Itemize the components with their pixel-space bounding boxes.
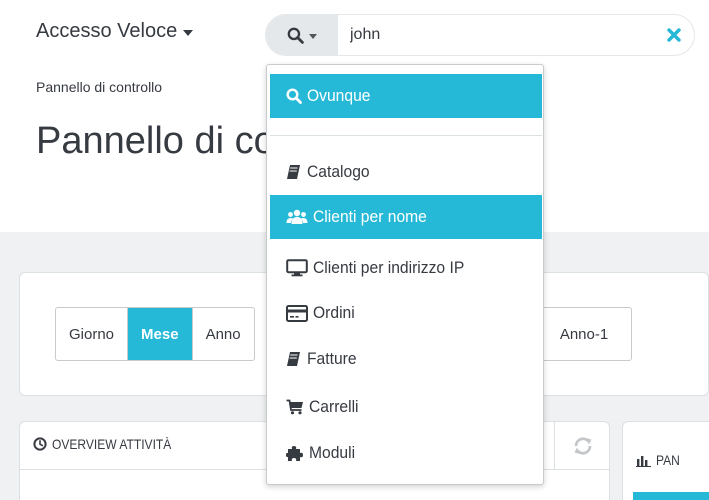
- book-icon: [286, 164, 302, 180]
- search-bar: [265, 14, 695, 56]
- overview-title-text: Overview attività: [52, 436, 172, 452]
- search-input[interactable]: [338, 15, 654, 55]
- dropdown-item-label: Moduli: [309, 443, 356, 462]
- search-scope-button[interactable]: [266, 15, 338, 55]
- caret-down-icon: [309, 33, 317, 39]
- side-panel-title-text: PAN: [656, 452, 680, 468]
- desktop-icon: [286, 259, 308, 277]
- dropdown-item-label: Ordini: [313, 303, 355, 322]
- period-button-month[interactable]: Mese: [128, 308, 193, 360]
- search-icon: [286, 88, 302, 104]
- credit-card-icon: [286, 304, 308, 322]
- dropdown-divider: [270, 135, 542, 136]
- dropdown-item-label: Catalogo: [307, 162, 370, 181]
- period-button-group: Giorno Mese Anno: [55, 307, 255, 361]
- period-button-previous-year[interactable]: Anno-1: [537, 307, 632, 361]
- dropdown-item-label: Carrelli: [309, 397, 359, 416]
- refresh-icon: [572, 435, 594, 457]
- side-panel-accent-bar: [633, 492, 709, 500]
- breadcrumb[interactable]: Pannello di controllo: [36, 79, 162, 95]
- dropdown-item-moduli[interactable]: Moduli: [270, 431, 542, 475]
- search-icon: [287, 27, 304, 44]
- shopping-cart-icon: [286, 399, 304, 415]
- period-button-day[interactable]: Giorno: [56, 308, 129, 360]
- period-button-year[interactable]: Anno: [193, 308, 254, 360]
- dropdown-item-fatture[interactable]: Fatture: [270, 337, 542, 381]
- side-panel: PAN: [622, 421, 709, 500]
- dropdown-item-label: Ovunque: [307, 86, 371, 105]
- clear-search-icon[interactable]: [654, 15, 694, 55]
- dropdown-item-catalogo[interactable]: Catalogo: [270, 150, 542, 194]
- dropdown-item-label: Fatture: [307, 349, 357, 368]
- clock-icon: [33, 437, 47, 451]
- refresh-button[interactable]: [554, 422, 610, 470]
- dropdown-item-ordini[interactable]: Ordini: [270, 291, 542, 335]
- dropdown-item-clienti-nome[interactable]: Clienti per nome: [270, 195, 542, 239]
- quick-access-menu[interactable]: Accesso Veloce: [36, 20, 194, 43]
- dropdown-item-carrelli[interactable]: Carrelli: [270, 385, 542, 429]
- search-scope-dropdown: Ovunque Catalogo Clienti per nome Client…: [266, 64, 544, 485]
- quick-access-label: Accesso Veloce: [36, 20, 178, 42]
- dropdown-item-label: Clienti per nome: [313, 207, 427, 226]
- bar-chart-icon: [636, 454, 651, 467]
- dropdown-item-clienti-ip[interactable]: Clienti per indirizzo IP: [270, 246, 542, 290]
- caret-down-icon: [183, 29, 194, 36]
- dropdown-item-ovunque[interactable]: Ovunque: [270, 74, 542, 118]
- puzzle-piece-icon: [286, 444, 304, 462]
- page: Accesso Veloce Pannello di controllo Pan…: [0, 0, 709, 500]
- dropdown-item-label: Clienti per indirizzo IP: [313, 258, 465, 277]
- side-panel-title: PAN: [636, 452, 684, 468]
- overview-panel-title: Overview attività: [33, 436, 191, 452]
- users-icon: [286, 209, 308, 225]
- book-icon: [286, 351, 302, 367]
